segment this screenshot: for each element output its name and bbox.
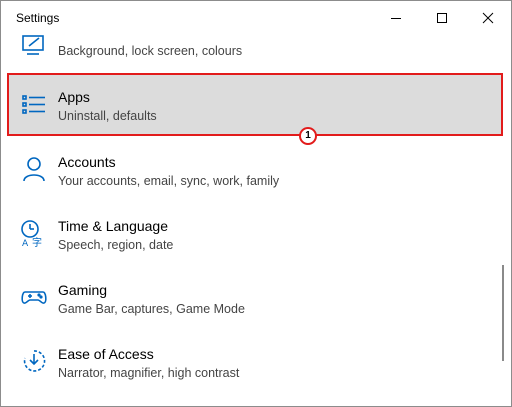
apps-icon	[22, 95, 45, 114]
time-language-icon: A 字	[21, 220, 42, 248]
settings-item-name: Accounts	[58, 154, 116, 170]
window-title: Settings	[16, 11, 60, 25]
settings-item-time-language[interactable]: A 字 Time & Language Speech, region, date	[1, 202, 511, 266]
settings-item-accounts[interactable]: Accounts Your accounts, email, sync, wor…	[1, 138, 511, 202]
settings-item-name: Time & Language	[58, 218, 168, 234]
settings-item-ease-of-access[interactable]: Ease of Access Narrator, magnifier, high…	[1, 330, 511, 394]
gaming-icon	[21, 291, 47, 304]
settings-item-desc: Game Bar, captures, Game Mode	[58, 302, 245, 316]
settings-item-desc: Background, lock screen, colours	[58, 44, 243, 58]
minimize-icon	[391, 18, 401, 19]
settings-item-desc: Narrator, magnifier, high contrast	[58, 366, 240, 380]
title-bar: Settings	[1, 1, 511, 34]
svg-text:字: 字	[32, 236, 42, 248]
settings-item-desc: Your accounts, email, sync, work, family	[58, 174, 280, 188]
close-icon	[482, 12, 494, 24]
personalization-icon	[22, 35, 44, 55]
settings-item-gaming[interactable]: Gaming Game Bar, captures, Game Mode	[1, 266, 511, 330]
settings-item-name: Gaming	[58, 282, 108, 298]
ease-of-access-icon	[23, 350, 46, 372]
settings-item-desc: Speech, region, date	[58, 238, 174, 252]
settings-item-name: Ease of Access	[58, 346, 154, 362]
settings-list: Background, lock screen, colours Apps Un…	[1, 34, 511, 406]
accounts-icon	[23, 157, 45, 182]
maximize-button[interactable]	[419, 1, 465, 34]
maximize-icon	[437, 13, 447, 23]
svg-text:A: A	[22, 239, 29, 248]
settings-item-name: Apps	[58, 89, 90, 105]
settings-item-apps[interactable]: Apps Uninstall, defaults	[1, 73, 511, 137]
close-button[interactable]	[465, 1, 511, 34]
vertical-scrollbar[interactable]	[502, 265, 504, 361]
settings-window: Settings Background, lock screen, colour…	[0, 0, 512, 407]
settings-item-desc: Uninstall, defaults	[58, 109, 157, 123]
minimize-button[interactable]	[373, 1, 419, 34]
